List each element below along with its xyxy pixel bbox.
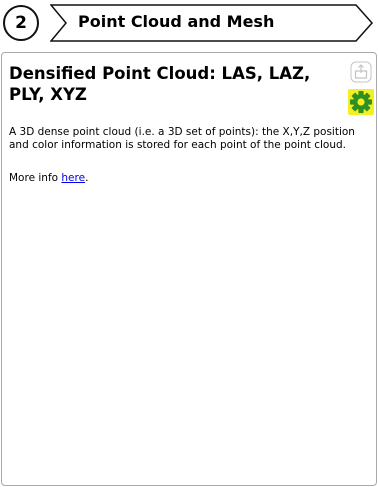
output-step-view: 2 Point Cloud and Mesh Densified Point C… bbox=[0, 0, 378, 487]
more-info-suffix: . bbox=[85, 172, 89, 184]
step-header: 2 Point Cloud and Mesh bbox=[0, 0, 378, 48]
step-number-badge: 2 bbox=[3, 5, 39, 41]
step-title: Point Cloud and Mesh bbox=[78, 12, 275, 31]
more-info-link[interactable]: here bbox=[61, 172, 85, 184]
export-icon bbox=[350, 61, 372, 83]
output-description: A 3D dense point cloud (i.e. a 3D set of… bbox=[9, 126, 355, 151]
step-number: 2 bbox=[15, 13, 27, 33]
settings-button[interactable] bbox=[348, 89, 374, 115]
gear-icon bbox=[350, 91, 372, 113]
more-info-label: More info bbox=[9, 172, 62, 184]
output-panel: Densified Point Cloud: LAS, LAZ, PLY, XY… bbox=[1, 52, 377, 486]
output-title: Densified Point Cloud: LAS, LAZ, PLY, XY… bbox=[9, 64, 311, 104]
more-info-line: More info here. bbox=[9, 172, 88, 185]
export-button[interactable] bbox=[350, 61, 372, 83]
